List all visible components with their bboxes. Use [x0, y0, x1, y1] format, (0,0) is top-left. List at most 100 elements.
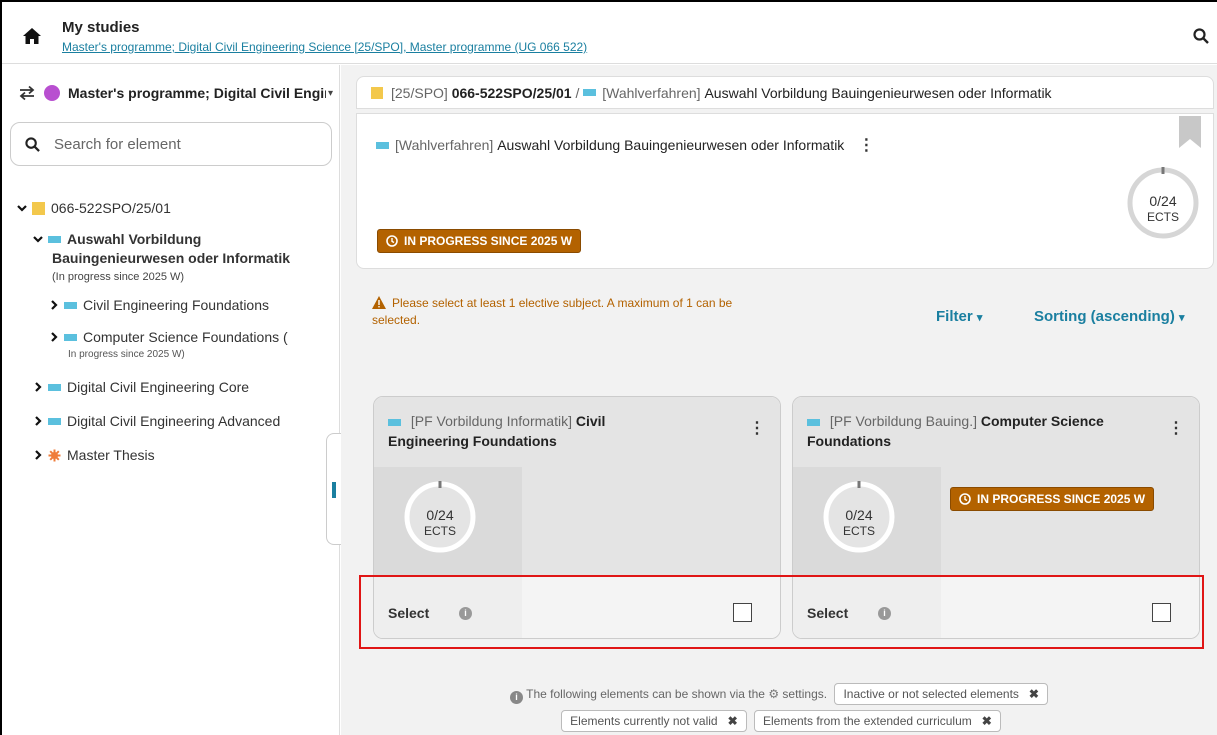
- warning-icon: [372, 296, 386, 309]
- tree-item-label: Computer Science Foundations (: [83, 329, 288, 345]
- tree-item-label: Digital Civil Engineering Advanced: [67, 413, 281, 429]
- grip-icon: [332, 482, 336, 498]
- elective-card-header: [PF Vorbildung Informatik] Civil Enginee…: [374, 397, 780, 467]
- tree-item-core[interactable]: Digital Civil Engineering Core: [16, 378, 336, 396]
- hint-text: The following elements can be shown via …: [526, 687, 765, 701]
- programme-color-dot: [44, 85, 60, 101]
- hint-text-end: settings.: [782, 687, 828, 701]
- ects-value: 0/24: [1149, 193, 1177, 209]
- status-badge-text: IN PROGRESS SINCE 2025 W: [977, 492, 1146, 506]
- sidebar: Master's programme; Digital Civil Engine…: [2, 65, 340, 735]
- info-icon: i: [510, 691, 524, 704]
- tree-item-thesis[interactable]: Master Thesis: [16, 446, 336, 464]
- filter-label: Filter: [936, 308, 973, 325]
- search-input[interactable]: [54, 135, 314, 153]
- programme-label: Master's programme; Digital Civil Engine…: [68, 85, 326, 101]
- sort-button[interactable]: Sorting (ascending) ▾: [1034, 308, 1185, 325]
- sort-label: Sorting (ascending): [1034, 308, 1175, 325]
- home-icon[interactable]: [22, 26, 42, 46]
- module-color-icon: [371, 86, 383, 99]
- selection-card: [Wahlverfahren] Auswahl Vorbildung Bauin…: [356, 113, 1214, 269]
- warning-text: Please select at least 1 elective subjec…: [372, 296, 733, 327]
- elective-card-body: 0/24 ECTS IN PROGRESS SINCE 2025 W: [793, 467, 1199, 576]
- sidebar-collapse-handle[interactable]: [326, 433, 342, 545]
- chevron-right-icon[interactable]: [32, 449, 44, 461]
- tree-item-label: Civil Engineering Foundations: [83, 297, 269, 313]
- module-color-icon: [48, 235, 61, 243]
- close-icon[interactable]: ✖: [982, 714, 992, 728]
- module-color-icon: [376, 141, 389, 149]
- breadcrumb-link-root[interactable]: 066-522SPO/25/01: [452, 85, 572, 101]
- curriculum-tree: 066-522SPO/25/01 Auswahl Vorbildung Baui…: [16, 198, 336, 464]
- tree-item-civil[interactable]: Civil Engineering Foundations: [16, 296, 336, 314]
- module-color-icon: [48, 383, 61, 391]
- chevron-down-icon: ▾: [328, 87, 334, 99]
- tree-item-cs[interactable]: Computer Science Foundations ( In progre…: [16, 328, 336, 364]
- more-options-icon[interactable]: ⋮: [1168, 419, 1184, 439]
- elective-tag: [PF Vorbildung Informatik]: [410, 413, 572, 429]
- page-title: My studies: [62, 19, 140, 36]
- chevron-right-icon[interactable]: [48, 331, 60, 343]
- search-field[interactable]: [10, 122, 332, 166]
- tree-item-label-cont: Bauingenieurwesen oder Informatik: [52, 250, 291, 266]
- chevron-down-icon[interactable]: [32, 233, 44, 245]
- programme-selector[interactable]: Master's programme; Digital Civil Engine…: [18, 79, 336, 107]
- chevron-down-icon: ▾: [1179, 312, 1185, 324]
- clock-icon: [386, 235, 398, 247]
- elective-card-body: 0/24 ECTS: [374, 467, 780, 576]
- tree-item-selected[interactable]: Auswahl Vorbildung Bauingenieurwesen ode…: [16, 230, 336, 286]
- bookmark-icon[interactable]: [1179, 116, 1201, 148]
- filter-chip[interactable]: Inactive or not selected elements ✖: [834, 683, 1048, 705]
- close-icon[interactable]: ✖: [1029, 687, 1039, 701]
- close-icon[interactable]: ✖: [728, 714, 738, 728]
- ects-unit: ECTS: [842, 524, 875, 538]
- elective-tag: [PF Vorbildung Bauing.]: [829, 413, 977, 429]
- more-options-icon[interactable]: ⋮: [749, 419, 765, 439]
- tree-item-status: In progress since 2025 W): [68, 349, 185, 360]
- chevron-right-icon[interactable]: [32, 381, 44, 393]
- filter-chip[interactable]: Elements currently not valid ✖: [561, 710, 747, 732]
- selection-name: Auswahl Vorbildung Bauingenieurwesen ode…: [497, 137, 845, 153]
- ects-value: 0/24: [845, 507, 873, 523]
- filter-chip[interactable]: Elements from the extended curriculum ✖: [753, 710, 1001, 732]
- selection-warning: Please select at least 1 elective subjec…: [372, 295, 762, 329]
- selection-title: [Wahlverfahren] Auswahl Vorbildung Bauin…: [376, 135, 874, 155]
- filter-button[interactable]: Filter ▾: [936, 308, 982, 325]
- chevron-right-icon[interactable]: [32, 415, 44, 427]
- ects-unit: ECTS: [1146, 210, 1179, 224]
- elective-card-header: [PF Vorbildung Bauing.] Computer Science…: [793, 397, 1199, 467]
- breadcrumb-tag: [25/SPO]: [391, 84, 448, 101]
- tree-item-label: Digital Civil Engineering Core: [67, 379, 250, 395]
- status-badge: IN PROGRESS SINCE 2025 W: [950, 487, 1155, 511]
- thesis-cog-icon: [48, 449, 61, 461]
- module-color-icon: [807, 419, 820, 426]
- tree-item-root[interactable]: 066-522SPO/25/01: [16, 198, 336, 218]
- elective-name: Civil: [575, 413, 606, 429]
- chevron-right-icon[interactable]: [48, 299, 60, 311]
- module-color-icon: [64, 301, 77, 309]
- top-header: My studies Master's programme; Digital C…: [2, 2, 1217, 64]
- search-icon[interactable]: [1193, 28, 1209, 44]
- search-icon: [25, 136, 40, 152]
- elective-name: Computer Science: [980, 413, 1104, 429]
- module-color-icon: [64, 333, 77, 341]
- tree-item-label: Master Thesis: [67, 447, 155, 463]
- elective-name-cont: Engineering Foundations: [388, 433, 557, 449]
- highlight-box: [359, 575, 1204, 649]
- breadcrumb-current: Auswahl Vorbildung Bauingenieurwesen ode…: [704, 84, 1052, 101]
- tree-item-label: 066-522SPO/25/01: [51, 200, 171, 216]
- module-color-icon: [583, 89, 597, 96]
- chip-label: Inactive or not selected elements: [843, 687, 1019, 701]
- more-options-icon[interactable]: ⋮: [858, 135, 874, 155]
- tree-item-advanced[interactable]: Digital Civil Engineering Advanced: [16, 412, 336, 430]
- chevron-down-icon[interactable]: [16, 202, 28, 214]
- swap-icon: [19, 85, 35, 101]
- selection-tag: [Wahlverfahren]: [395, 137, 494, 153]
- tree-item-label: Auswahl Vorbildung: [67, 231, 202, 247]
- programme-link[interactable]: Master's programme; Digital Civil Engine…: [62, 40, 587, 54]
- module-color-icon: [388, 419, 401, 426]
- hint-row-2: Elements currently not valid ✖ Elements f…: [341, 710, 1217, 732]
- hint-row-1: i The following elements can be shown vi…: [341, 683, 1217, 705]
- tree-item-status: (In progress since 2025 W): [52, 271, 185, 283]
- gear-icon: ⚙: [768, 687, 780, 701]
